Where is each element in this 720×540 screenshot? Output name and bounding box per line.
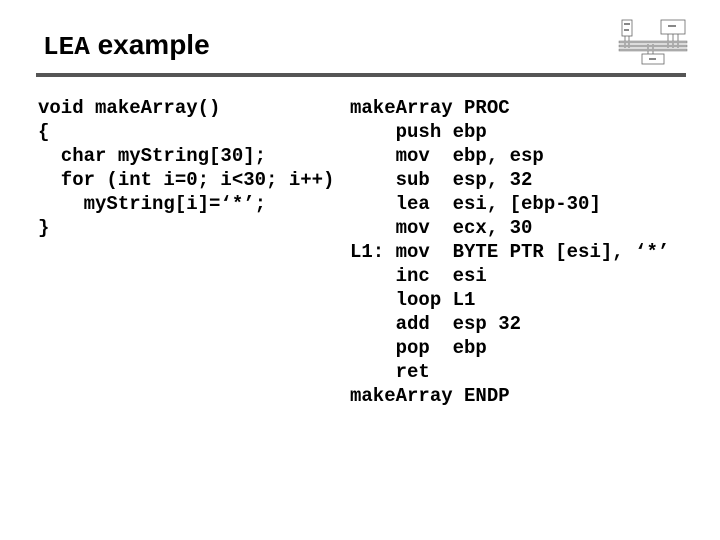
slide-title-text: example bbox=[89, 29, 210, 60]
code-line: inc esi bbox=[350, 265, 487, 287]
code-line: } bbox=[38, 217, 50, 239]
code-line: L1: mov BYTE PTR [esi], ‘*’ bbox=[350, 241, 670, 263]
c-source-code: void makeArray(){ char myString[30]; for… bbox=[38, 96, 334, 240]
slide-title: LEA example bbox=[43, 28, 210, 64]
code-line: push ebp bbox=[350, 121, 487, 143]
code-line: makeArray ENDP bbox=[350, 385, 510, 407]
code-line: sub esp, 32 bbox=[350, 169, 533, 191]
code-line: { bbox=[38, 121, 50, 143]
data-bus bbox=[618, 44, 688, 48]
computer-architecture-diagram-icon bbox=[618, 19, 688, 65]
code-line: makeArray PROC bbox=[350, 97, 510, 119]
code-line: pop ebp bbox=[350, 337, 487, 359]
code-line: add esp 32 bbox=[350, 313, 522, 335]
code-line: lea esi, [ebp-30] bbox=[350, 193, 601, 215]
code-line: mov ecx, 30 bbox=[350, 217, 533, 239]
code-line: void makeArray() bbox=[38, 97, 221, 119]
code-line: for (int i=0; i<30; i++) bbox=[38, 169, 335, 191]
code-line: char myString[30]; bbox=[38, 145, 267, 167]
cpu-box bbox=[621, 19, 633, 37]
address-bus bbox=[618, 40, 688, 44]
assembly-code: makeArray PROC push ebp mov ebp, esp sub… bbox=[350, 96, 669, 408]
code-line: myString[i]=‘*’; bbox=[38, 193, 267, 215]
code-line: mov ebp, esp bbox=[350, 145, 544, 167]
slide-title-mnemonic: LEA bbox=[43, 32, 90, 62]
title-underline-divider bbox=[36, 73, 686, 77]
code-line: ret bbox=[350, 361, 430, 383]
control-bus bbox=[618, 48, 688, 52]
code-line: loop L1 bbox=[350, 289, 476, 311]
